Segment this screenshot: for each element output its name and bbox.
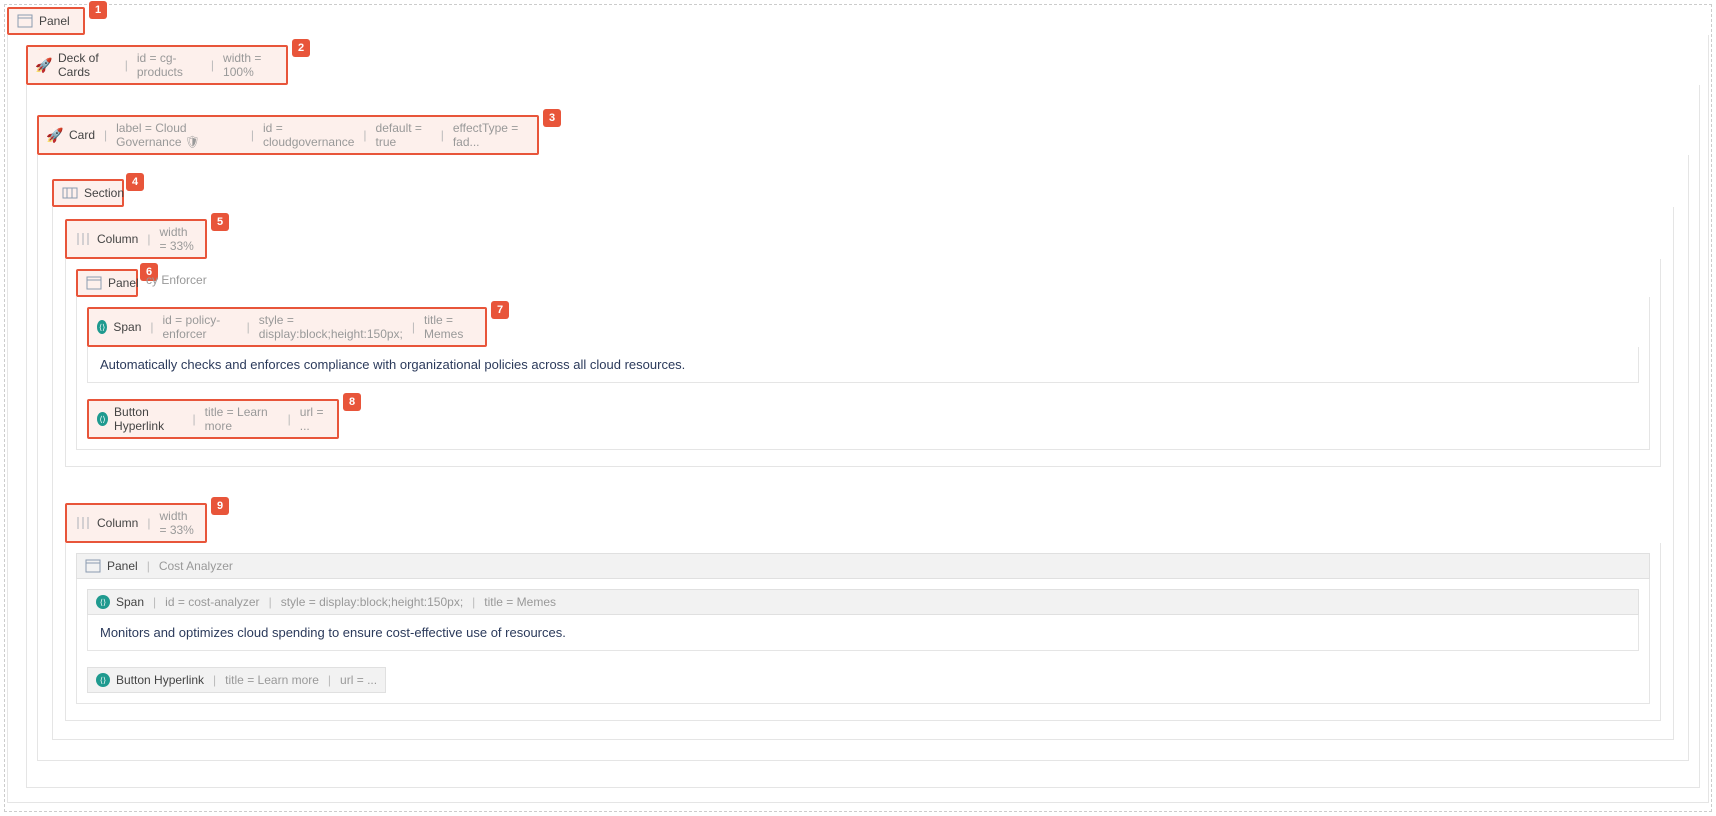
node-header-btnlink[interactable]: ⟨⟩ Button Hyperlink | title = Learn more… [87,399,339,439]
node-panel-inner-2[interactable]: Panel | Cost Analyzer [76,553,1650,704]
node-attr: width = 33% [159,509,197,537]
node-card[interactable]: 🚀 Card | label = Cloud Governance 🛡 | id… [37,115,1689,761]
node-panel-inner-1[interactable]: Panel 6 cy Enforcer [76,269,1650,450]
node-span-2[interactable]: ⟨⟩ Span | id = cost-analyzer | style = d… [87,589,1639,651]
node-attr: id = cloudgovernance [263,121,354,149]
node-attr: title = Learn more [225,673,319,687]
node-attr: title = Learn more [205,405,279,433]
link-icon: ⟨⟩ [96,673,110,687]
span-icon: ⟨⟩ [97,320,107,334]
node-attr: url = ... [340,673,377,687]
link-icon: ⟨⟩ [97,412,108,426]
panel-title-ghost: cy Enforcer [146,273,207,287]
node-label: Span [116,595,144,609]
column-icon [75,231,91,247]
node-attr: url = ... [300,405,329,433]
annotation-badge: 3 [543,109,561,127]
column-icon [75,515,91,531]
annotation-badge: 5 [211,213,229,231]
node-attr: title = Memes [484,595,556,609]
panel-icon [86,275,102,291]
editor-canvas: Panel 1 🚀 Deck of Cards | id = cg-produc… [4,4,1712,812]
annotation-badge: 4 [126,173,144,191]
node-panel-root[interactable]: Panel 1 🚀 Deck of Cards | id = cg-produc… [7,7,1709,803]
node-header-panel[interactable]: Panel [7,7,85,35]
node-column-2[interactable]: Column | width = 33% 9 [65,503,1661,721]
node-label: Deck of Cards [58,51,116,79]
node-attr: label = Cloud Governance 🛡 [116,121,242,149]
annotation-badge: 1 [89,1,107,19]
annotation-badge: 7 [491,301,509,319]
node-label: Button Hyperlink [114,405,183,433]
node-attr: id = cg-products [137,51,202,79]
span-content: Monitors and optimizes cloud spending to… [87,615,1639,651]
node-attr: width = 33% [159,225,197,253]
panel-icon [17,13,33,29]
span-icon: ⟨⟩ [96,595,110,609]
node-header-column[interactable]: Column | width = 33% [65,503,207,543]
annotation-badge: 8 [343,393,361,411]
node-button-hyperlink-2[interactable]: ⟨⟩ Button Hyperlink | title = Learn more… [87,667,1639,693]
node-header-section[interactable]: Section [52,179,124,207]
node-attr: style = display:block;height:150px; [281,595,463,609]
panel-title: Cost Analyzer [159,559,233,573]
node-label: Column [97,516,138,530]
node-header-column[interactable]: Column | width = 33% [65,219,207,259]
annotation-badge: 9 [211,497,229,515]
section-icon [62,185,78,201]
node-column-1[interactable]: Column | width = 33% 5 [65,219,1661,467]
node-label: Span [113,320,141,334]
node-label: Card [69,128,95,142]
node-label: Section [84,186,124,200]
node-header-panel-inner[interactable]: Panel [76,269,138,297]
node-header-btnlink-2[interactable]: ⟨⟩ Button Hyperlink | title = Learn more… [87,667,386,693]
node-header-card[interactable]: 🚀 Card | label = Cloud Governance 🛡 | id… [37,115,539,155]
node-header-span[interactable]: ⟨⟩ Span | id = policy-enforcer | style = [87,307,487,347]
node-span-1[interactable]: ⟨⟩ Span | id = policy-enforcer | style = [87,307,1639,383]
node-section[interactable]: Section 4 [52,179,1674,740]
node-deck[interactable]: 🚀 Deck of Cards | id = cg-products | wid… [26,45,1700,788]
node-header-panel-inner-2[interactable]: Panel | Cost Analyzer [76,553,1650,579]
node-attr: id = policy-enforcer [163,313,238,341]
node-label: Column [97,232,138,246]
node-attr: default = true [376,121,432,149]
node-attr: effectType = fad... [453,121,529,149]
node-button-hyperlink-1[interactable]: ⟨⟩ Button Hyperlink | title = Learn more… [87,399,1639,439]
node-attr: width = 100% [223,51,278,79]
node-label: Button Hyperlink [116,673,204,687]
node-header-span-2[interactable]: ⟨⟩ Span | id = cost-analyzer | style = d… [87,589,1639,615]
node-header-deck[interactable]: 🚀 Deck of Cards | id = cg-products | wid… [26,45,288,85]
panel-icon [85,558,101,574]
rocket-icon: 🚀 [47,127,63,143]
node-attr: style = display:block;height:150px; [259,313,403,341]
node-label: Panel [108,276,139,290]
node-label: Panel [107,559,138,573]
node-attr: title = Memes [424,313,477,341]
annotation-badge: 2 [292,39,310,57]
node-attr: id = cost-analyzer [165,595,259,609]
span-content: Automatically checks and enforces compli… [87,347,1639,383]
node-label: Panel [39,14,70,28]
rocket-icon: 🚀 [36,57,52,73]
